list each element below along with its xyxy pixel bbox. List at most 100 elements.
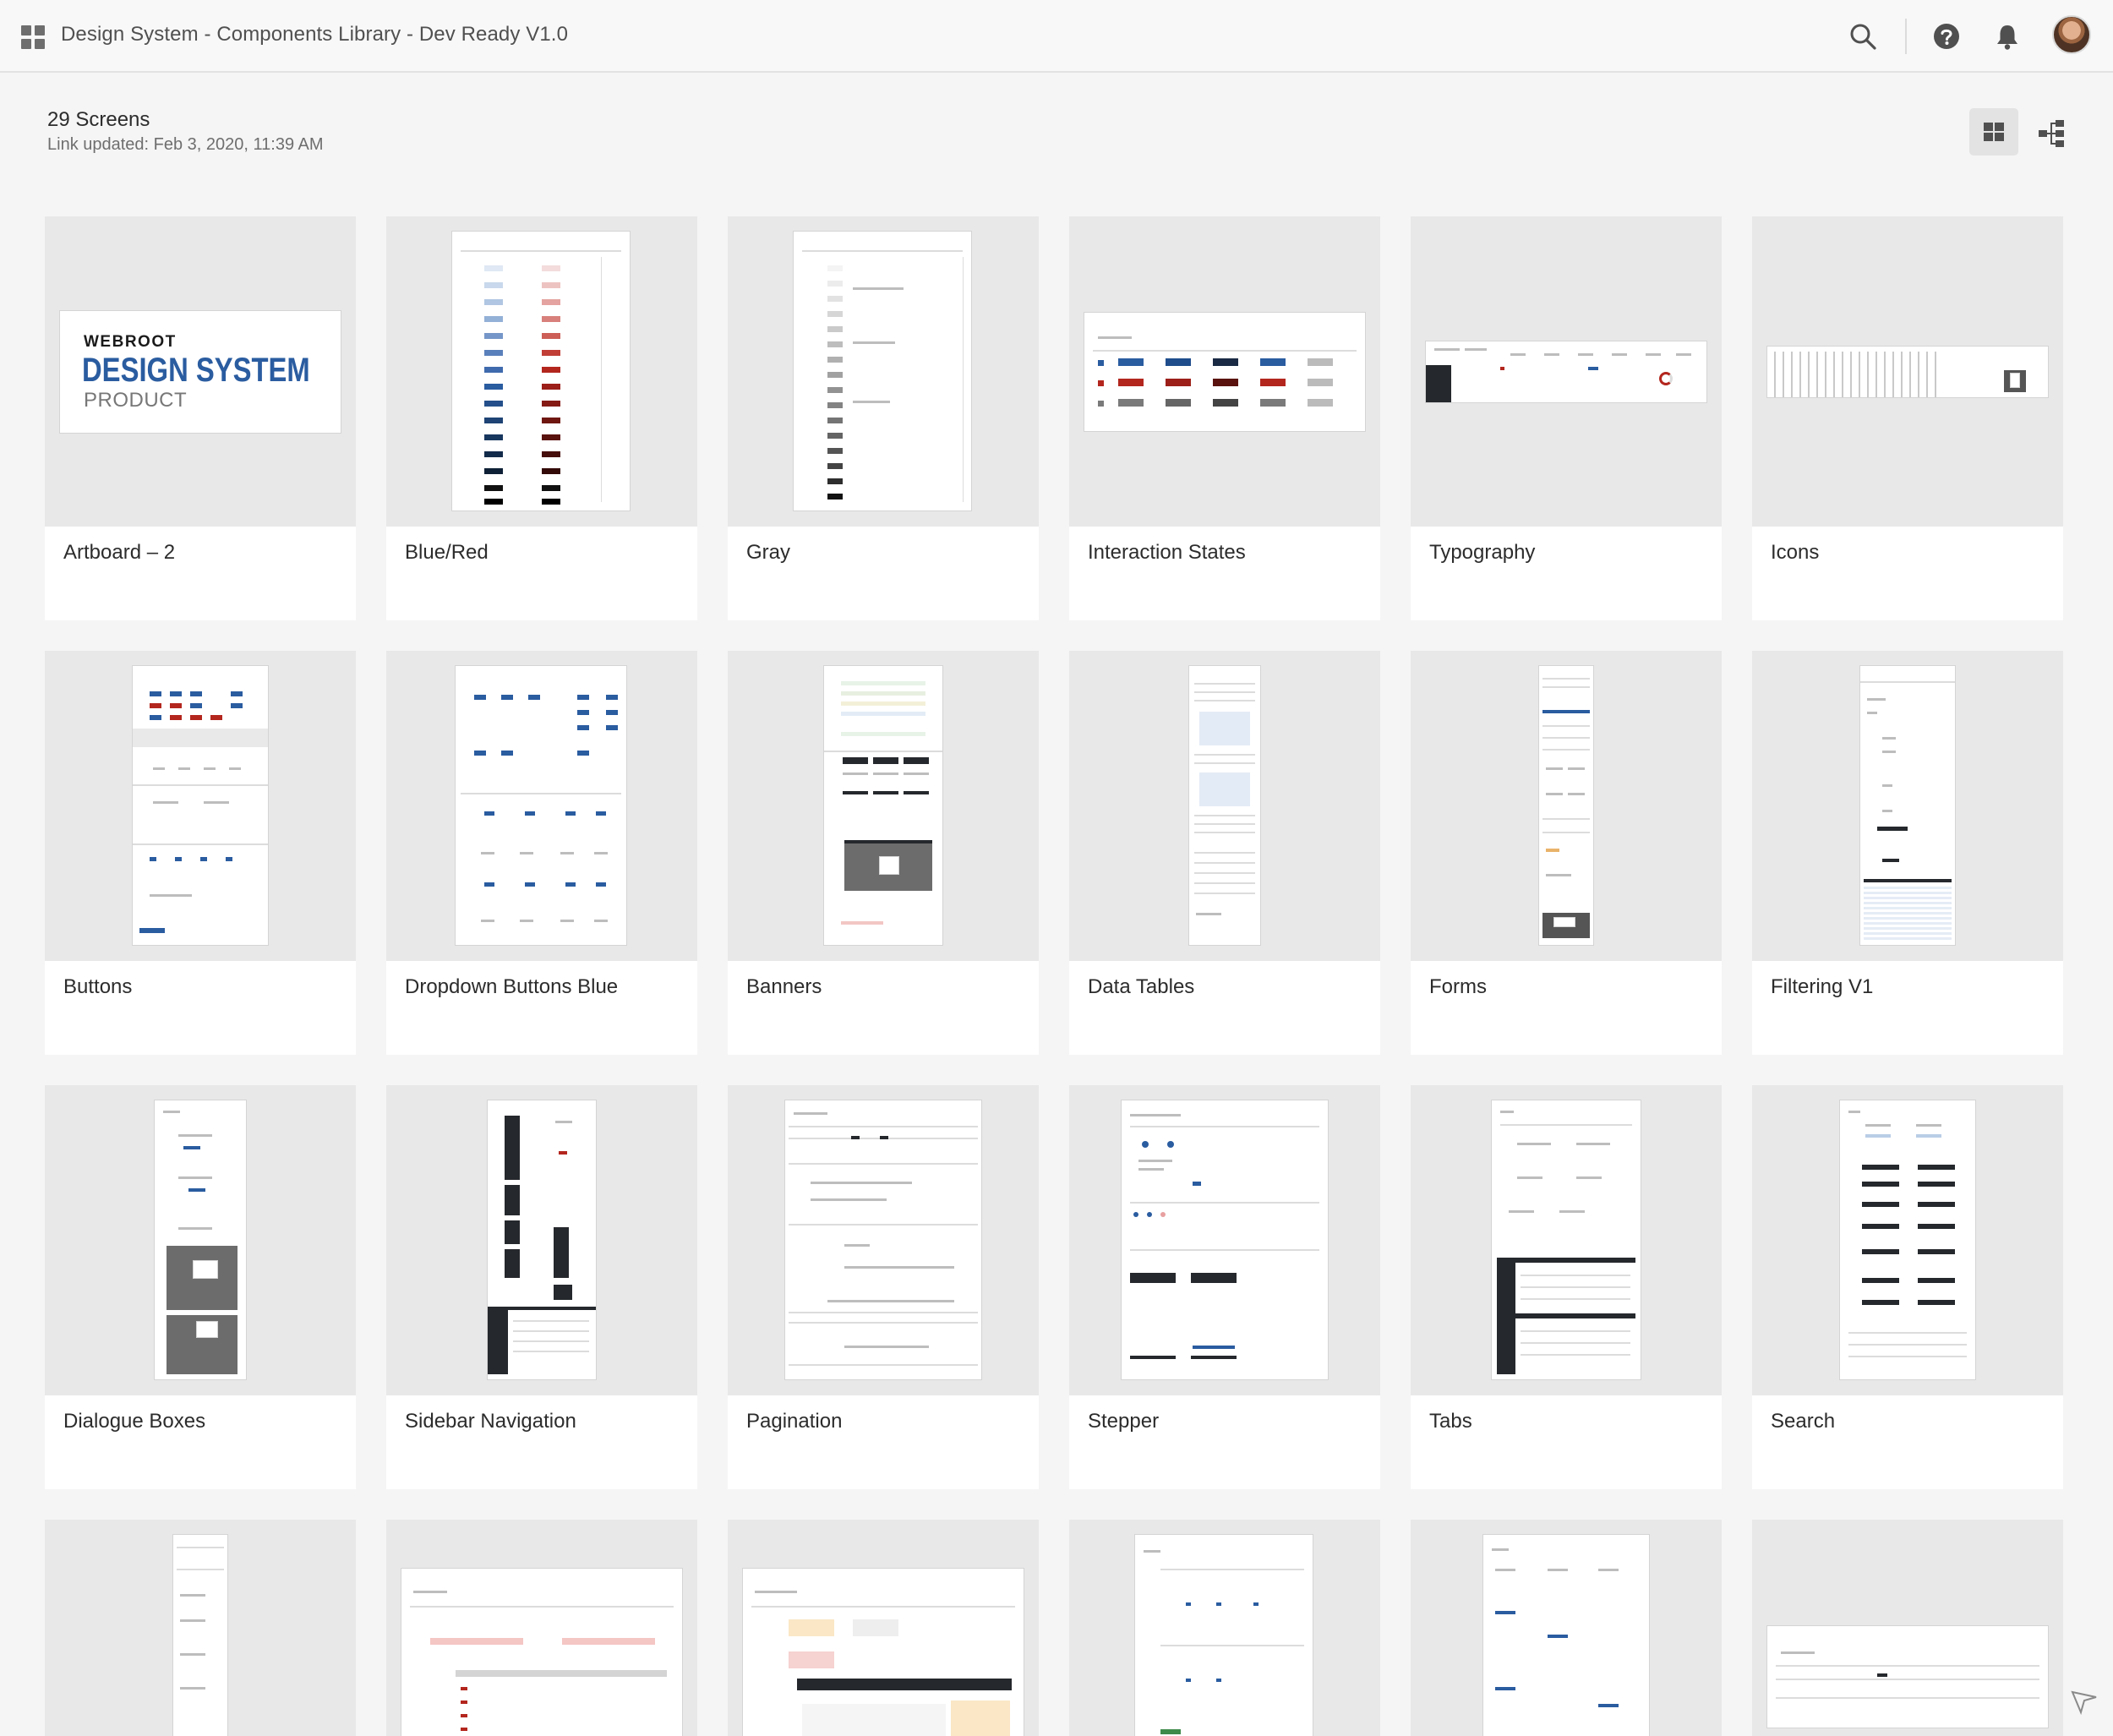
screen-thumbnail <box>45 1085 356 1395</box>
screen-thumbnail <box>1752 216 2063 527</box>
artboard-preview <box>155 1100 246 1379</box>
screen-card[interactable]: Pagination <box>728 1085 1039 1489</box>
artboard-preview <box>1189 666 1260 945</box>
artboard-preview <box>1483 1535 1649 1736</box>
screen-label: Buttons <box>63 975 133 998</box>
artboard-preview <box>1860 666 1955 945</box>
screen-thumbnail <box>1752 651 2063 961</box>
artboard-preview <box>1767 1626 2048 1728</box>
screen-label: Filtering V1 <box>1771 975 1874 998</box>
cursor-icon <box>2071 1690 2097 1716</box>
screen-card[interactable]: Buttons <box>45 651 356 1055</box>
search-icon[interactable] <box>1847 20 1879 52</box>
screen-label: Tabs <box>1429 1410 1472 1433</box>
screen-card[interactable]: Search <box>1752 1085 2063 1489</box>
toolbar-divider <box>1905 19 1907 54</box>
screen-card[interactable]: Interaction States <box>1069 216 1380 620</box>
screen-card[interactable]: Data Tables <box>1069 651 1380 1055</box>
screen-label: Pagination <box>746 1410 843 1433</box>
screen-card[interactable]: Banners <box>728 651 1039 1055</box>
screen-card[interactable]: Stepper <box>1069 1085 1380 1489</box>
artboard-preview <box>1122 1100 1328 1379</box>
flow-view-button[interactable] <box>2027 108 2076 156</box>
screen-thumbnail <box>728 1520 1039 1736</box>
screen-thumbnail <box>1069 1085 1380 1395</box>
screens-grid-row-partial <box>45 1520 2063 1736</box>
screen-thumbnail <box>45 1520 356 1736</box>
artboard-preview <box>1767 347 2048 397</box>
artboard-preview <box>173 1535 227 1736</box>
screen-label: Stepper <box>1088 1410 1160 1433</box>
screen-label: Forms <box>1429 975 1487 998</box>
screen-label: Dialogue Boxes <box>63 1410 206 1433</box>
bell-icon[interactable] <box>1991 20 2023 52</box>
screen-card[interactable]: Tabs <box>1411 1085 1722 1489</box>
screen-card[interactable]: Filtering V1 <box>1752 651 2063 1055</box>
artboard-preview <box>452 232 630 510</box>
screen-label: Search <box>1771 1410 1836 1433</box>
artboard-preview <box>1426 341 1706 402</box>
artboard-preview <box>743 1569 1024 1736</box>
screen-thumbnail <box>386 216 697 527</box>
screen-thumbnail <box>728 216 1039 527</box>
screen-label: Banners <box>746 975 822 998</box>
screen-card[interactable] <box>386 1520 697 1736</box>
apps-grid-icon[interactable] <box>21 25 45 49</box>
cover-brand: WEBROOT <box>84 333 177 351</box>
user-avatar[interactable] <box>2052 15 2091 54</box>
screen-thumbnail <box>1411 1085 1722 1395</box>
screen-label: Data Tables <box>1088 975 1195 998</box>
screen-card[interactable]: Icons <box>1752 216 2063 620</box>
screen-card[interactable]: Forms <box>1411 651 1722 1055</box>
artboard-preview <box>456 666 626 945</box>
artboard-preview <box>1840 1100 1975 1379</box>
screen-thumbnail: WEBROOT DESIGN SYSTEM PRODUCT <box>45 216 356 527</box>
artboard-preview <box>133 666 268 945</box>
artboard-preview <box>785 1100 981 1379</box>
screen-label: Artboard – 2 <box>63 541 176 564</box>
screen-thumbnail <box>1069 651 1380 961</box>
screen-label: Sidebar Navigation <box>405 1410 576 1433</box>
screen-thumbnail <box>1411 1520 1722 1736</box>
artboard-preview <box>1539 666 1593 945</box>
screen-card[interactable]: Typography <box>1411 216 1722 620</box>
link-updated-text: Link updated: Feb 3, 2020, 11:39 AM <box>47 135 324 154</box>
artboard-preview <box>1135 1535 1313 1736</box>
flow-view-icon <box>2039 120 2064 147</box>
document-title: Design System - Components Library - Dev… <box>61 23 569 46</box>
screen-thumbnail <box>1411 216 1722 527</box>
screen-thumbnail <box>1411 651 1722 961</box>
grid-view-button[interactable] <box>1969 108 2018 156</box>
screen-thumbnail <box>386 1520 697 1736</box>
screen-card[interactable] <box>1752 1520 2063 1736</box>
screen-thumbnail <box>45 651 356 961</box>
screen-thumbnail <box>1069 1520 1380 1736</box>
grid-view-icon <box>1984 123 2004 141</box>
screen-thumbnail <box>728 651 1039 961</box>
artboard-preview <box>824 666 942 945</box>
cover-heading: DESIGN SYSTEM <box>82 352 310 389</box>
screen-card[interactable]: Gray <box>728 216 1039 620</box>
screen-label: Icons <box>1771 541 1820 564</box>
screen-count: 29 Screens <box>47 108 150 131</box>
artboard-preview <box>488 1100 596 1379</box>
screen-thumbnail <box>386 1085 697 1395</box>
screen-card[interactable]: Dropdown Buttons Blue <box>386 651 697 1055</box>
screen-label: Gray <box>746 541 791 564</box>
screen-card[interactable]: Dialogue Boxes <box>45 1085 356 1489</box>
screens-grid: WEBROOT DESIGN SYSTEM PRODUCT Artboard –… <box>45 216 2063 1489</box>
screen-card[interactable]: Blue/Red <box>386 216 697 620</box>
cover-artboard: WEBROOT DESIGN SYSTEM PRODUCT <box>60 311 341 433</box>
screen-card[interactable] <box>45 1520 356 1736</box>
screen-card[interactable]: Sidebar Navigation <box>386 1085 697 1489</box>
screen-label: Dropdown Buttons Blue <box>405 975 619 998</box>
screen-card[interactable] <box>728 1520 1039 1736</box>
screen-card[interactable] <box>1411 1520 1722 1736</box>
screen-thumbnail <box>1752 1520 2063 1736</box>
help-icon[interactable] <box>1930 20 1963 52</box>
screen-card[interactable] <box>1069 1520 1380 1736</box>
screen-label: Typography <box>1429 541 1536 564</box>
screen-card[interactable]: WEBROOT DESIGN SYSTEM PRODUCT Artboard –… <box>45 216 356 620</box>
screen-thumbnail <box>386 651 697 961</box>
top-bar: Design System - Components Library - Dev… <box>0 0 2113 73</box>
